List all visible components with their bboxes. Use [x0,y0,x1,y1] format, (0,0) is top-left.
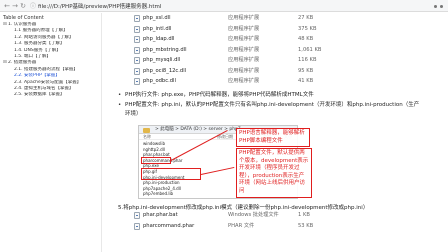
file-size: 27 KB [298,15,314,21]
file-icon [134,15,140,22]
file-name: php_oci8_12c.dll [143,67,187,74]
toc-item-label: 1.1 服务器的原理【了解】 [14,28,68,34]
file-row: php_intl.dll 应用程序扩展 375 KB [134,24,364,35]
file-name: pharcommand.phar [143,222,195,229]
toc-item-label: 1. 认识服务器 [8,22,37,27]
folder-icon [143,128,150,133]
scroll-dot-icon[interactable] [434,5,437,8]
toc-sidebar: Table of Content ⊟1. 认识服务器 1.1 服务器的原理【了解】… [0,13,101,252]
toc-item-label: 1.2. 网站访问服务器【了解】 [14,34,74,40]
toc-list: ⊟1. 认识服务器 1.1 服务器的原理【了解】 1.2. 网站访问服务器【了解】 1… [0,22,101,99]
col-name: 名称 [143,134,151,139]
file-size: 1 KB [298,212,310,218]
php-ini-text: PHP配置文件: php.ini，默认的PHP配置文件只有名叫php.ini-d… [125,102,420,108]
file-type: 应用程序扩展 [228,25,260,32]
file-size: 41 KB [298,78,314,84]
toc-item-label: 2.2. 安装PHP【掌握】 [14,73,60,79]
file-type: 应用程序扩展 [228,78,260,84]
info-icon[interactable]: ⓘ [30,1,36,10]
file-row: php_odbc.dll 应用程序扩展 41 KB [134,76,364,87]
address-bar[interactable]: ← → ↻ ⓘ file:///D:/PHP基础/preview/PHP搭建服务… [0,0,448,12]
file-row: php_xsl.dll 应用程序扩展 27 KB [134,13,364,24]
file-icon [134,36,140,43]
file-name: phar.phar.bat [143,212,178,218]
php-ini-highlight [141,168,201,180]
file-type: Windows 批处理文件 [228,212,279,218]
file-name: php_mysqli.dll [143,57,181,63]
para-php-ini: • PHP配置文件: php.ini，默认的PHP配置文件只有名叫php.ini-… [118,101,448,110]
file-icon [134,222,140,230]
file-icon [134,57,140,64]
bullet-icon: • [118,92,122,98]
file-name: php_mbstring.dll [143,46,187,53]
file-name: php_intl.dll [143,25,172,32]
file-type: 应用程序扩展 [228,67,260,74]
toc-item[interactable]: 2.5. 安装数据库【掌握】 [0,92,101,98]
url-text[interactable]: file:///D:/PHP基础/preview/PHP搭建服务器.html [38,2,161,10]
file-list: php_xsl.dll 应用程序扩展 27 KB php_intl.dll 应用程序扩展… [134,13,364,87]
sidebar-divider [101,13,102,252]
file-row: php_oci8_12c.dll 应用程序扩展 95 KB [134,66,364,77]
back-icon[interactable]: ← [3,0,11,12]
file-icon [134,25,140,33]
file-row: php_ldap.dll 应用程序扩展 48 KB [134,34,364,45]
toc-item-label: 2. 搭建服务器 [8,60,37,66]
toc-item-label: 2.4. 虚拟主机与域名【掌握】 [14,86,74,92]
scroll-dot-icon[interactable] [440,5,443,8]
php-exe-text: PHP执行文件: php.exe，PHP代码解释器，能够将PHP代码解析成HTM… [125,92,314,98]
file-size: 95 KB [298,67,314,74]
annotation-php-ini: PHP配置文件，默认提供两个版本，development表示开发环境（程序员开发… [236,148,312,198]
bullet-icon: • [118,102,122,108]
toc-title: Table of Content [3,15,44,21]
toc-item-label: 1.4. DNS服务【了解】 [14,47,61,53]
file-icon [134,46,140,54]
file-size: 116 KB [298,57,317,63]
para-php-exe: • PHP执行文件: php.exe，PHP代码解释器，能够将PHP代码解析成HT… [118,91,448,100]
para-php-ini-cont: 环境） [125,111,142,117]
file-type: 应用程序扩展 [228,57,260,63]
file-size: 53 KB [298,222,314,229]
file-name: php_xsl.dll [143,15,171,21]
file-icon [134,78,140,85]
toc-item-label: 1.3. 服务器分类【了解】 [14,41,65,47]
file-size: 1,061 KB [298,46,322,53]
file-size: 48 KB [298,36,314,42]
toc-item-label: 2.1. 搭建服务器的流程【掌握】 [14,66,79,72]
toc-item-label: 1.5. 端口【了解】 [14,54,52,60]
explorer-name: php7embed.lib [143,191,174,197]
php-exe-highlight [141,157,171,164]
reload-icon[interactable]: ↻ [19,0,27,12]
file-type: PHAR 文件 [228,222,255,229]
file-type: 应用程序扩展 [228,36,260,42]
file-name: php_ldap.dll [143,36,175,42]
file-type: 应用程序扩展 [228,15,260,21]
file-icon [134,212,140,219]
file-icon [134,67,140,75]
file-row: php_mysqli.dll 应用程序扩展 116 KB [134,55,364,66]
annotation-php-exe: PHP语言解释器，能够解析PHP脚本编程文件 [236,128,310,148]
file-size: 375 KB [298,25,317,32]
forward-icon[interactable]: → [11,0,19,12]
file-type: 应用程序扩展 [228,46,260,53]
explorer-path: > 此电脑 > DATA (D:) > server > php7 [155,127,241,132]
file-row: php_mbstring.dll 应用程序扩展 1,061 KB [134,45,364,56]
file-name: php_odbc.dll [143,78,176,84]
toc-item-label: 2.3. Apache安装与配置【掌握】 [14,79,82,85]
toc-item-label: 2.5. 安装数据库【掌握】 [14,92,65,98]
